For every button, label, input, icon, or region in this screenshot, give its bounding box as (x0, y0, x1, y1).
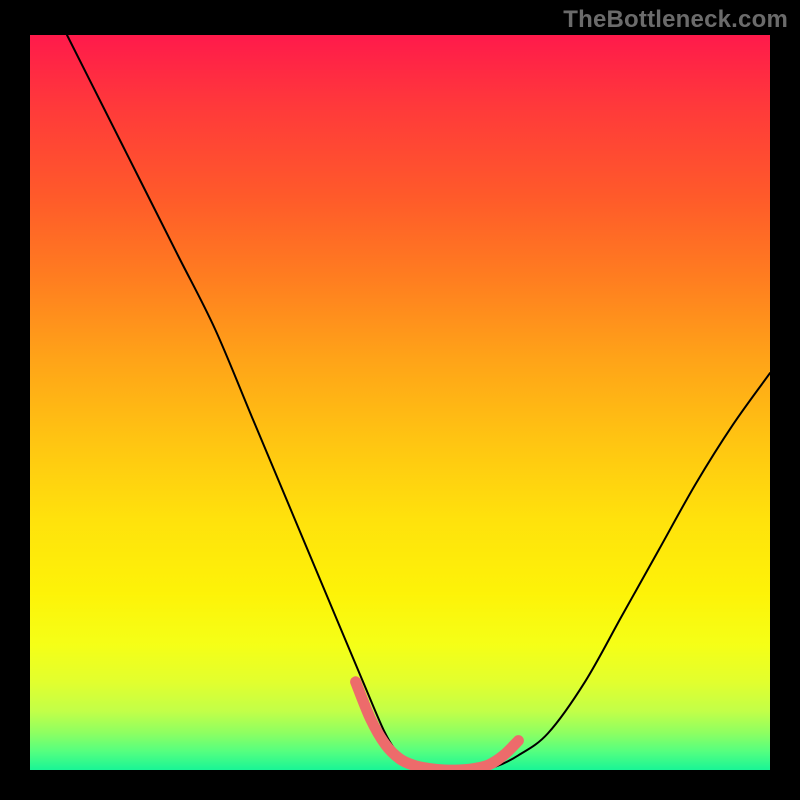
watermark-text: TheBottleneck.com (563, 6, 788, 34)
plot-area (30, 35, 770, 770)
highlight-curve-line (356, 682, 519, 770)
curve-svg (30, 35, 770, 770)
main-curve-line (67, 35, 770, 770)
chart-container: TheBottleneck.com (0, 0, 800, 800)
